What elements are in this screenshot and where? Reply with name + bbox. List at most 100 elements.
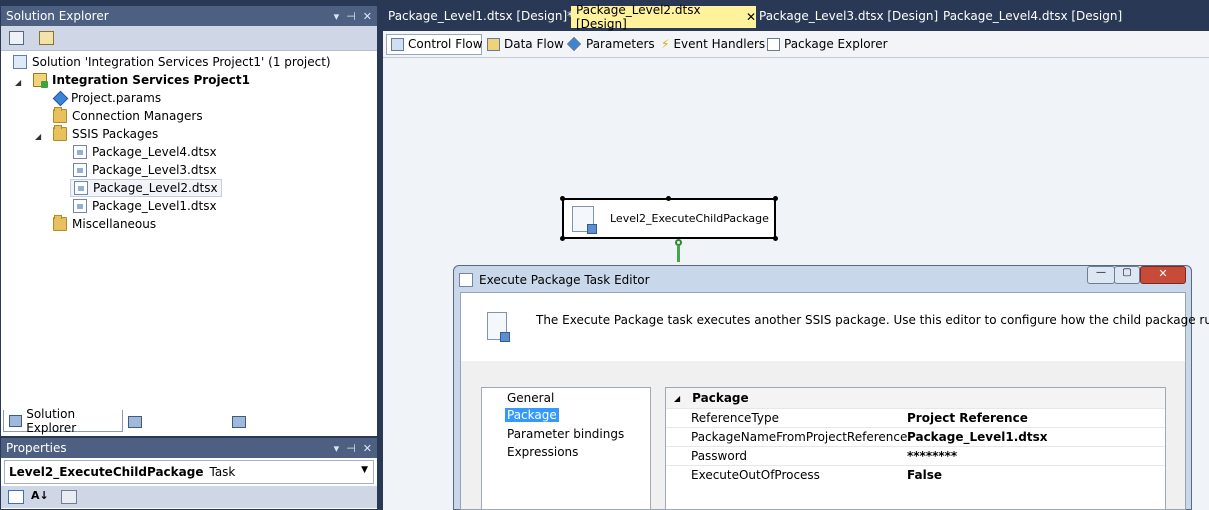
tree-item-label: Solution 'Integration Services Project1'… [32, 55, 331, 69]
resize-handle[interactable] [560, 196, 565, 201]
resize-handle[interactable] [560, 236, 565, 241]
tree-item-label: Integration Services Project1 [52, 73, 250, 87]
tab-label: Data Flow [504, 37, 564, 51]
solution-explorer-title: Solution Explorer [6, 9, 109, 23]
tab-package-level3[interactable]: Package_Level3.dtsx [Design] [759, 6, 938, 28]
nav-item-package[interactable]: Package [505, 408, 559, 422]
properties-object-type: Task [209, 465, 236, 479]
precedence-arrow [677, 246, 680, 262]
control-flow-icon [391, 37, 404, 51]
collapse-arrow-icon[interactable]: ◢ [15, 78, 21, 87]
properties-object-selector[interactable]: Level2_ExecuteChildPackage Task ▼ [4, 460, 374, 484]
dialog-title-bar: Execute Package Task Editor [459, 270, 1184, 290]
property-key: ReferenceType [691, 411, 779, 425]
tab-event-handlers[interactable]: ⚡ Event Handlers [661, 34, 765, 54]
solution-explorer-icon [9, 414, 23, 427]
maximize-button[interactable]: ▢ [1114, 266, 1140, 284]
property-value[interactable]: False [907, 468, 942, 482]
dropdown-icon[interactable]: ▾ [334, 10, 340, 23]
package-icon [73, 199, 87, 213]
tree-item-miscellaneous[interactable]: Miscellaneous [53, 215, 156, 233]
property-row-password[interactable]: Password ******** [666, 446, 1165, 465]
folder-icon [53, 107, 67, 123]
property-pages-icon[interactable] [61, 490, 77, 504]
tab-control-flow-label[interactable]: Control Flow [391, 34, 483, 54]
tree-item-label: Package_Level4.dtsx [92, 145, 217, 159]
property-row-package-name[interactable]: PackageNameFromProjectReference Package_… [666, 427, 1165, 446]
property-grid-section[interactable]: ◢ Package [666, 388, 1165, 408]
tab-class-view[interactable]: Class View [232, 412, 314, 432]
task-label: Level2_ExecuteChildPackage [610, 212, 769, 225]
property-row-execute-out-of-process[interactable]: ExecuteOutOfProcess False [666, 465, 1165, 484]
close-icon[interactable]: ✕ [363, 442, 372, 455]
alphabetical-icon[interactable]: A↓ [31, 489, 49, 502]
tab-solution-explorer[interactable]: Solution Explorer [3, 406, 123, 435]
connector-handle[interactable] [675, 239, 682, 246]
properties-title-bar: Properties ▾ ⊣ ✕ [1, 438, 377, 458]
tree-item-project-params[interactable]: Project.params [52, 89, 162, 107]
tree-item-ssis-packages[interactable]: SSIS Packages [53, 125, 158, 143]
property-value[interactable]: Package_Level1.dtsx [907, 430, 1047, 444]
solution-explorer-title-bar: Solution Explorer ▾ ⊣ ✕ [1, 6, 377, 26]
show-all-files-icon[interactable] [39, 31, 54, 45]
property-key: Password [691, 449, 748, 463]
params-icon [52, 90, 69, 106]
solution-explorer-toolbar [1, 26, 377, 51]
minimize-button[interactable]: — [1087, 266, 1115, 284]
tree-item-package-level2[interactable]: Package_Level2.dtsx [70, 179, 222, 197]
solution-explorer-panel: Solution Explorer ▾ ⊣ ✕ Solution 'Integr… [0, 5, 378, 437]
properties-panel: Properties ▾ ⊣ ✕ Level2_ExecuteChildPack… [0, 437, 378, 510]
tab-label: Package_Level3.dtsx [Design] [759, 9, 939, 23]
execute-package-task-icon [572, 205, 597, 234]
tab-package-level1[interactable]: Package_Level1.dtsx [Design]* [388, 6, 573, 28]
close-button[interactable]: ✕ [1140, 266, 1186, 284]
tree-item-label: Project.params [71, 91, 162, 105]
resize-handle[interactable] [666, 196, 671, 201]
tree-item-package-level3[interactable]: Package_Level3.dtsx [73, 161, 217, 179]
property-value[interactable]: Project Reference [907, 411, 1028, 425]
collapse-arrow-icon[interactable]: ◢ [674, 394, 680, 403]
dialog-icon [459, 273, 473, 287]
dropdown-icon[interactable]: ▾ [334, 442, 340, 455]
tab-package-explorer[interactable]: Package Explorer [767, 34, 888, 54]
properties-icon[interactable] [9, 31, 24, 45]
property-grid: ◢ Package ReferenceType Project Referenc… [665, 387, 1166, 510]
execute-package-task-icon [487, 312, 510, 342]
task-execute-child-package[interactable]: Level2_ExecuteChildPackage [562, 198, 776, 239]
nav-item-general[interactable]: General [507, 391, 554, 405]
package-icon [73, 145, 87, 159]
pin-icon[interactable]: ⊣ [346, 10, 356, 23]
tree-item-package-level4[interactable]: Package_Level4.dtsx [73, 143, 217, 161]
tree-item-connection-managers[interactable]: Connection Managers [53, 107, 203, 125]
property-row-reference-type[interactable]: ReferenceType Project Reference [666, 408, 1165, 427]
tree-item-label: Package_Level3.dtsx [92, 163, 217, 177]
tab-label: Package_Level2.dtsx [Design] [576, 3, 701, 31]
tree-item-label: SSIS Packages [72, 127, 159, 141]
chevron-down-icon[interactable]: ▼ [361, 465, 368, 475]
tab-label: Solution Explorer [26, 406, 77, 435]
tab-data-flow[interactable]: Data Flow [487, 34, 564, 54]
collapse-arrow-icon[interactable]: ◢ [35, 132, 41, 141]
tree-item-label: Package_Level2.dtsx [93, 181, 218, 195]
folder-icon [53, 125, 67, 141]
tab-label: Parameters [586, 37, 655, 51]
resize-handle[interactable] [773, 236, 778, 241]
close-tab-icon[interactable]: ✕ [746, 10, 756, 24]
categorized-icon[interactable] [8, 490, 24, 504]
tab-package-level2[interactable]: Package_Level2.dtsx [Design] ✕ [571, 3, 756, 31]
property-value[interactable]: ******** [907, 449, 957, 463]
pin-icon[interactable]: ⊣ [346, 442, 356, 455]
close-icon[interactable]: ✕ [363, 10, 372, 23]
tree-item-label: Connection Managers [72, 109, 203, 123]
tab-label: Class View [250, 415, 314, 429]
resize-handle[interactable] [773, 196, 778, 201]
nav-item-expressions[interactable]: Expressions [507, 445, 578, 459]
tree-item-solution[interactable]: Solution 'Integration Services Project1'… [13, 53, 331, 71]
tab-team-explorer[interactable]: Team Explorer [128, 412, 232, 432]
tab-package-level4[interactable]: Package_Level4.dtsx [Design] [943, 6, 1122, 28]
tree-item-project[interactable]: Integration Services Project1 [33, 71, 250, 89]
property-key: ExecuteOutOfProcess [691, 468, 820, 482]
tab-parameters[interactable]: Parameters [566, 34, 655, 54]
tree-item-package-level1[interactable]: Package_Level1.dtsx [73, 197, 217, 215]
nav-item-parameter-bindings[interactable]: Parameter bindings [507, 427, 624, 441]
